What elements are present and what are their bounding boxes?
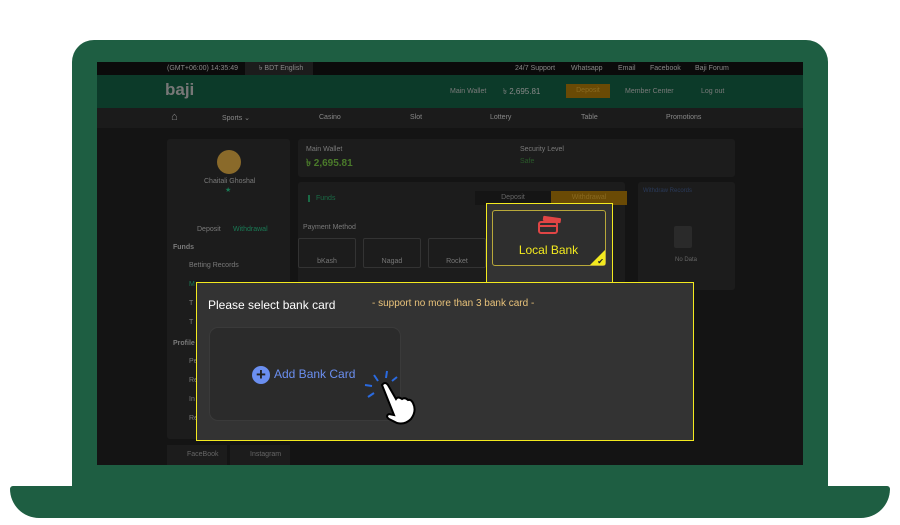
clipboard-icon (674, 226, 692, 248)
nav-slot[interactable]: Slot (410, 114, 422, 121)
profile-heading: Profile (173, 340, 195, 347)
star-icon: ★ (225, 187, 232, 194)
wallet-card: Main Wallet ৳ 2,695.81 Security Level Sa… (298, 139, 735, 177)
security-value: Safe (520, 158, 535, 165)
sidebar-deposit[interactable]: Deposit (197, 226, 221, 233)
payment-method-label: Payment Method (303, 224, 356, 231)
local-bank-highlight: Local Bank ✔ (486, 203, 613, 285)
modal-note: - support no more than 3 bank card - (372, 298, 535, 309)
laptop-base (10, 486, 890, 518)
header-balance: ৳ 2,695.81 (503, 87, 541, 96)
sidebar-item[interactable]: In (189, 396, 195, 403)
avatar (217, 150, 241, 174)
facebook-button[interactable]: FaceBook (167, 445, 227, 465)
nav-lottery[interactable]: Lottery (490, 114, 511, 121)
method-nagad[interactable]: Nagad (363, 238, 421, 268)
no-data-text: No Data (675, 257, 698, 263)
deposit-button[interactable]: Deposit (566, 84, 610, 98)
sidebar-item[interactable]: Betting Records (189, 262, 239, 269)
logout-link[interactable]: Log out (701, 88, 724, 95)
nav-sports[interactable]: Sports ⌄ (222, 114, 250, 122)
nav-casino[interactable]: Casino (319, 114, 341, 121)
nav-promotions[interactable]: Promotions (666, 114, 701, 121)
pointer-hand-icon (364, 370, 416, 425)
logo[interactable]: baji (165, 80, 194, 100)
bank-card-modal: Please select bank card - support no mor… (196, 282, 694, 441)
method-bkash[interactable]: bKash (298, 238, 356, 268)
wallet-label: Main Wallet (450, 88, 487, 95)
wallet-amount: ৳ 2,695.81 (306, 158, 353, 169)
sidebar-item[interactable]: M (189, 281, 195, 288)
instagram-button[interactable]: Instagram (230, 445, 290, 465)
top-bar: (GMT+06:00) 14:35:49 ৳ BDT English 24/7 … (97, 62, 803, 75)
method-rocket[interactable]: Rocket (428, 238, 486, 268)
security-label: Security Level (520, 146, 564, 153)
add-bank-card-label: Add Bank Card (274, 367, 356, 381)
language-selector[interactable]: ৳ BDT English (245, 62, 313, 75)
support-link[interactable]: 24/7 Support (515, 62, 555, 75)
sidebar-item[interactable]: T (189, 300, 193, 307)
header: baji Main Wallet ৳ 2,695.81 Deposit Memb… (97, 75, 803, 108)
home-icon[interactable]: ⌂ (171, 111, 178, 123)
nav-table[interactable]: Table (581, 114, 598, 121)
clock: (GMT+06:00) 14:35:49 (167, 65, 239, 72)
whatsapp-link[interactable]: Whatsapp (571, 62, 603, 75)
sidebar-withdrawal[interactable]: Withdrawal (233, 226, 268, 233)
member-center-link[interactable]: Member Center (625, 88, 674, 95)
bank-card-icon (538, 215, 562, 234)
funds-title: Funds (308, 195, 335, 202)
funds-heading: Funds (173, 244, 194, 251)
facebook-link[interactable]: Facebook (650, 62, 681, 75)
check-icon: ✔ (597, 257, 604, 266)
email-link[interactable]: Email (618, 62, 636, 75)
records-title: Withdraw Records (643, 188, 693, 194)
user-name: Chaitali Ghoshal (204, 178, 256, 185)
sidebar-item[interactable]: T (189, 319, 193, 326)
modal-title: Please select bank card (208, 298, 336, 312)
plus-circle-icon: + (252, 366, 270, 384)
main-nav: ⌂ Sports ⌄ Casino Slot Lottery Table Pro… (97, 108, 803, 128)
local-bank-option[interactable]: Local Bank ✔ (492, 210, 606, 266)
records-panel: Withdraw Records No Data (638, 182, 735, 290)
local-bank-label: Local Bank (518, 243, 579, 257)
wallet-label: Main Wallet (306, 146, 343, 153)
forum-link[interactable]: Baji Forum (695, 62, 729, 75)
